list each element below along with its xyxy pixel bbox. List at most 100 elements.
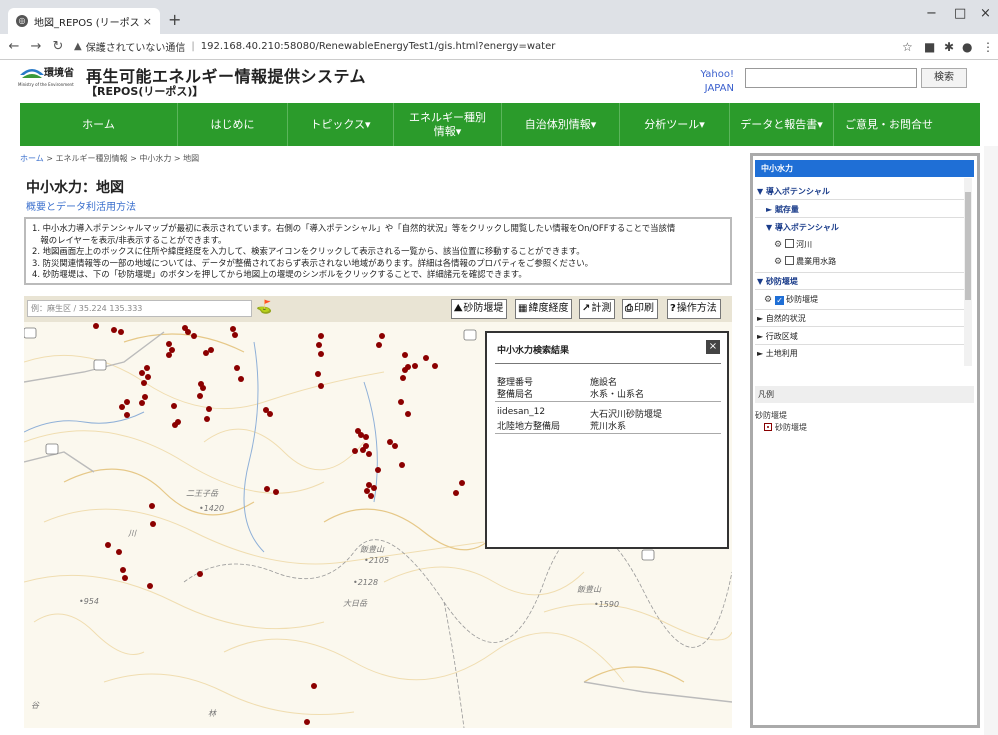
sidebar-scroll-thumb[interactable] — [965, 192, 971, 300]
omnibox[interactable]: ▲ 保護されていない通信 | 192.168.40.210:58080/Rene… — [74, 37, 555, 57]
gear-icon[interactable]: ⚙ — [774, 240, 782, 250]
help-button[interactable]: ?操作方法 — [667, 299, 721, 319]
layer-agri[interactable]: ⚙ 農業用水路 — [774, 256, 836, 267]
sidebar-header: 中小水力 — [755, 160, 974, 177]
layer-group-natural[interactable]: ► 自然的状況 — [757, 313, 806, 324]
measure-icon: ↗ — [582, 303, 591, 314]
yahoo-logo[interactable]: Yahoo! JAPAN — [686, 68, 734, 96]
gear-icon[interactable]: ⚙ — [764, 295, 772, 305]
map-label: •1590 — [594, 600, 620, 609]
dam-symbol-icon — [764, 423, 772, 431]
layer-agri-checkbox[interactable] — [785, 256, 795, 265]
nav-municipal[interactable]: 自治体別情報▾ — [502, 103, 620, 146]
tab-close-icon[interactable]: × — [143, 15, 152, 28]
map-label: 谷 — [31, 701, 39, 710]
minimize-button[interactable]: − — [926, 6, 937, 21]
measure-button[interactable]: ↗計測 — [579, 299, 616, 319]
map-label: 飯豊山 — [360, 545, 384, 554]
sabo-dam-button[interactable]: ⛰砂防堰堤 — [451, 299, 508, 319]
note-line: 報のレイヤーを表示/非表示することができます。 — [32, 234, 227, 245]
dam-markers[interactable] — [93, 323, 465, 725]
site-search-input[interactable] — [745, 68, 917, 88]
map-label: •954 — [79, 597, 99, 606]
breadcrumb-energy[interactable]: エネルギー種別情報 — [56, 154, 128, 163]
forward-icon[interactable]: → — [28, 39, 44, 54]
note-line: 3. 防災関連情報等の一部の地域については、データが整備されておらず表示されない… — [32, 257, 593, 268]
ministry-name-en: Ministry of the Environment — [18, 82, 74, 87]
map-label: 二王子岳 — [186, 489, 218, 498]
location-search-icon[interactable]: ⛳ — [256, 300, 272, 315]
map-label: •2128 — [353, 578, 379, 587]
popup-cell-id[interactable]: iidesan_12 — [497, 407, 545, 417]
overview-link[interactable]: 概要とデータ利活用方法 — [26, 198, 136, 213]
gear-icon[interactable]: ⚙ — [774, 257, 782, 267]
warning-icon: ▲ — [74, 41, 82, 52]
maximize-button[interactable]: □ — [954, 6, 966, 21]
layer-group-potential-sub[interactable]: ▼ 導入ポテンシャル — [766, 222, 839, 233]
browser-tab-strip: ◎ 地図_REPOS (リーポス (再生可能 × + − □ × — [0, 0, 998, 34]
puzzle-icon[interactable]: ✱ — [944, 40, 954, 54]
bookmark-star-icon[interactable]: ☆ — [902, 40, 913, 54]
note-line: 4. 砂防堰堤は、下の「砂防堰堤」のボタンを押してから地図上の堰堤のシンボルをク… — [32, 269, 527, 279]
layer-group-admin[interactable]: ► 行政区域 — [757, 331, 798, 342]
map-label: 飯豊山 — [577, 585, 601, 594]
layer-group-fuzon[interactable]: ► 賦存量 — [766, 204, 799, 215]
legend-item: 砂防堰堤 — [764, 422, 807, 433]
nav-analysis[interactable]: 分析ツール▾ — [620, 103, 730, 146]
popup-header-bureau: 整備局名 — [497, 390, 534, 400]
breadcrumb-home[interactable]: ホーム — [20, 154, 44, 163]
popup-cell-watershed: 荒川水系 — [590, 422, 627, 432]
nav-data-reports[interactable]: データと報告書▾ — [730, 103, 834, 146]
grid-icon: ▦ — [518, 303, 528, 314]
nav-intro[interactable]: はじめに — [178, 103, 288, 146]
instructions-box: 1. 中小水力導入ポテンシャルマップが最初に表示されています。右側の「導入ポテン… — [24, 217, 732, 285]
dam-icon: ⛰ — [454, 303, 463, 314]
layer-group-potential[interactable]: ▼ 導入ポテンシャル — [757, 186, 830, 197]
layer-sabo[interactable]: ⚙ ✓ 砂防堰堤 — [764, 294, 818, 305]
reload-icon[interactable]: ↻ — [50, 39, 66, 54]
layer-river[interactable]: ⚙ 河川 — [774, 239, 812, 250]
printer-icon: ⎙ — [625, 303, 633, 314]
globe-icon: ◎ — [16, 15, 28, 27]
location-search-input[interactable]: 例：麻生区 / 35.224 135.333 — [27, 300, 252, 317]
address-bar: ← → ↻ ▲ 保護されていない通信 | 192.168.40.210:5808… — [0, 34, 998, 60]
popup-cell-bureau: 北陸地方整備局 — [497, 422, 561, 432]
global-nav: ホーム はじめに トピックス▾ エネルギー種別情報▾ 自治体別情報▾ 分析ツール… — [20, 103, 980, 146]
ministry-name: 環境省 — [44, 68, 74, 79]
popup-close-button[interactable]: × — [706, 340, 720, 354]
ministry-logo-icon — [20, 69, 44, 78]
nav-home[interactable]: ホーム — [20, 103, 178, 146]
map-label: •1420 — [199, 504, 225, 513]
extension-icon[interactable]: ■ — [924, 40, 935, 54]
url-text: 192.168.40.210:58080/RenewableEnergyTest… — [200, 41, 556, 52]
legend-header: 凡例 — [755, 386, 974, 403]
breadcrumb-hydro[interactable]: 中小水力 — [139, 154, 171, 163]
profile-icon[interactable]: ● — [962, 40, 972, 54]
browser-tab[interactable]: ◎ 地図_REPOS (リーポス (再生可能 × — [8, 8, 160, 34]
search-result-popup: 中小水力検索結果 × 整理番号 施設名 整備局名 水系・山系名 iidesan_… — [485, 331, 729, 549]
layer-sabo-checkbox[interactable]: ✓ — [775, 296, 785, 305]
popup-header-watershed: 水系・山系名 — [590, 390, 645, 400]
window-close-button[interactable]: × — [980, 6, 991, 21]
print-button[interactable]: ⎙印刷 — [622, 299, 658, 319]
legend-group-label: 砂防堰堤 — [755, 411, 787, 420]
nav-contact[interactable]: ご意見・お問合せ — [834, 103, 944, 146]
popup-title: 中小水力検索結果 — [497, 346, 570, 356]
back-icon[interactable]: ← — [6, 39, 22, 54]
site-search-button[interactable]: 検索 — [921, 68, 967, 88]
tab-title: 地図_REPOS (リーポス (再生可能 — [34, 17, 139, 29]
layer-group-landuse[interactable]: ► 土地利用 — [757, 348, 798, 359]
map-label: 林 — [208, 709, 216, 718]
layer-river-checkbox[interactable] — [785, 239, 795, 248]
map-label: 川 — [128, 529, 136, 538]
map-label: 大日岳 — [343, 599, 367, 608]
menu-icon[interactable]: ⋮ — [982, 40, 994, 54]
latlon-button[interactable]: ▦緯度経度 — [515, 299, 573, 319]
page-scrollbar[interactable] — [984, 146, 998, 735]
nav-topics[interactable]: トピックス▾ — [288, 103, 394, 146]
nav-energy[interactable]: エネルギー種別情報▾ — [394, 103, 502, 146]
note-line: 1. 中小水力導入ポテンシャルマップが最初に表示されています。右側の「導入ポテン… — [32, 223, 676, 233]
layer-group-sabo[interactable]: ▼ 砂防堰堤 — [757, 276, 798, 287]
breadcrumb: ホーム > エネルギー種別情報 > 中小水力 > 地図 — [20, 154, 200, 163]
new-tab-button[interactable]: + — [168, 10, 181, 29]
